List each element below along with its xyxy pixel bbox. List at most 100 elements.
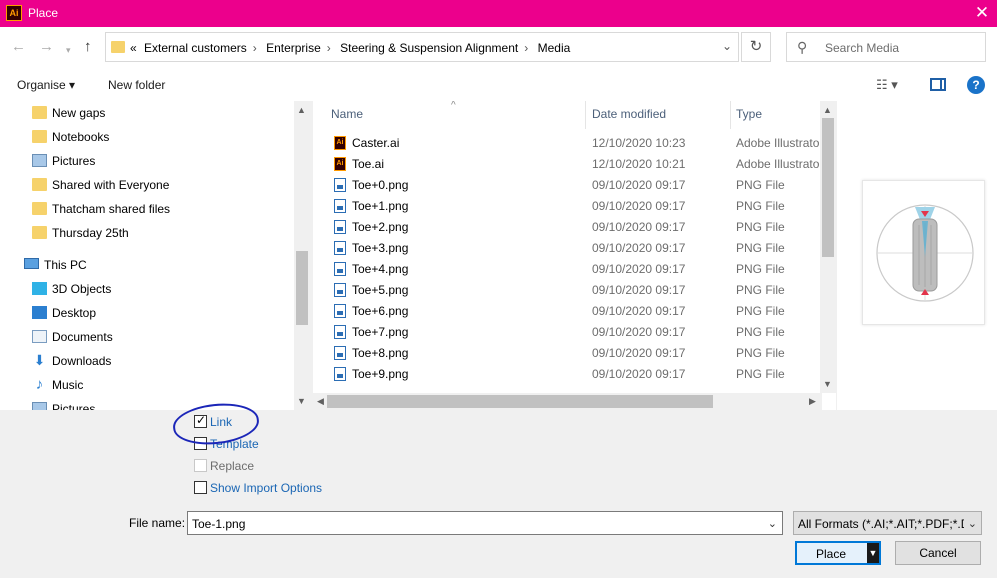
place-dropdown-arrow-icon[interactable]: ▼ [867,543,879,563]
table-row[interactable]: Toe+4.png 09/10/2020 09:17 PNG File [313,258,822,279]
nav-item-label: Pictures [52,154,96,168]
nav-item-label: Shared with Everyone [52,178,170,192]
close-button[interactable]: ✕ [967,0,997,27]
place-button-label[interactable]: Place [797,547,865,561]
file-type-cell: PNG File [736,367,785,381]
table-row[interactable]: Toe+7.png 09/10/2020 09:17 PNG File [313,321,822,342]
scroll-down-arrow-icon[interactable]: ▼ [820,379,835,389]
downloads-icon: ⬇ [33,352,46,368]
breadcrumb-separator[interactable]: › [524,41,528,55]
place-button[interactable]: Place ▼ [795,541,881,565]
png-file-icon [334,325,346,339]
scroll-down-arrow-icon[interactable]: ▼ [294,396,309,406]
recent-locations-chevron-icon[interactable]: ▾ [66,42,71,58]
illustrator-file-icon: Ai [334,136,346,150]
file-name-dropdown-chevron-icon[interactable]: ⌄ [768,517,777,530]
file-list-scroll-thumb[interactable] [822,118,834,257]
table-row[interactable]: Toe+3.png 09/10/2020 09:17 PNG File [313,237,822,258]
file-type-cell: PNG File [736,241,785,255]
file-list-horizontal-scrollbar[interactable]: ◀ ▶ [313,393,822,410]
date-modified-cell: 09/10/2020 09:17 [592,367,686,381]
file-name-cell: Toe+5.png [352,283,409,297]
address-dropdown-chevron-icon[interactable]: ⌄ [722,39,732,53]
date-modified-cell: 09/10/2020 09:17 [592,346,686,360]
column-header-date-modified[interactable]: Date modified [592,107,666,121]
forward-arrow-icon[interactable]: → [39,39,54,55]
breadcrumb-item[interactable]: Media [538,41,571,55]
horizontal-scroll-thumb[interactable] [327,395,713,408]
table-row[interactable]: Toe+5.png 09/10/2020 09:17 PNG File [313,279,822,300]
file-type-cell: PNG File [736,304,785,318]
folder-icon [32,226,47,239]
table-row[interactable]: Toe+0.png 09/10/2020 09:17 PNG File [313,174,822,195]
file-name-field[interactable]: Toe-1.png ⌄ [187,511,783,535]
png-file-icon [334,304,346,318]
title-bar: Ai Place ✕ [0,0,997,27]
file-name-cell: Toe+3.png [352,241,409,255]
preview-pane-icon[interactable] [930,78,946,91]
breadcrumb-separator[interactable]: › [327,41,331,55]
sort-ascending-icon: ^ [451,101,456,111]
breadcrumb-separator[interactable]: › [253,41,257,55]
table-row[interactable]: Ai Toe.ai 12/10/2020 10:21 Adobe Illustrato… [313,153,822,174]
show-import-options-checkbox-box[interactable] [194,481,207,494]
change-view-icon[interactable]: ☷ ▾ [876,77,898,93]
3d-objects-icon [32,282,47,295]
filter-dropdown-chevron-icon[interactable]: ⌄ [968,517,977,530]
refresh-button[interactable]: ↻ [741,32,771,62]
nav-pane-scrollbar[interactable]: ▲ ▼ [294,101,310,410]
date-modified-cell: 09/10/2020 09:17 [592,304,686,318]
back-arrow-icon[interactable]: ← [11,39,26,55]
png-file-icon [334,346,346,360]
file-type-filter-select[interactable]: All Formats (*.AI;*.AIT;*.PDF;*.D ⌄ [793,511,982,535]
table-row[interactable]: Toe+9.png 09/10/2020 09:17 PNG File [313,363,822,384]
file-type-cell: PNG File [736,283,785,297]
png-file-icon [334,283,346,297]
column-header-type[interactable]: Type [736,107,762,121]
file-name-cell: Toe+4.png [352,262,409,276]
breadcrumb: « External customers › Enterprise › Steeri… [130,41,574,55]
nav-pane-scroll-thumb[interactable] [296,251,308,325]
table-row[interactable]: Toe+2.png 09/10/2020 09:17 PNG File [313,216,822,237]
file-name-cell: Toe+0.png [352,178,409,192]
file-name-cell: Caster.ai [352,136,400,150]
search-input[interactable]: Search Media [825,41,899,55]
date-modified-cell: 09/10/2020 09:17 [592,199,686,213]
breadcrumb-overflow[interactable]: « [130,41,137,55]
file-list-scrollbar[interactable]: ▲ ▼ [820,101,836,393]
nav-item-label: 3D Objects [52,282,112,296]
file-type-cell: Adobe Illustrator [736,157,822,171]
date-modified-cell: 09/10/2020 09:17 [592,325,686,339]
breadcrumb-item[interactable]: Steering & Suspension Alignment [340,41,518,55]
table-row[interactable]: Toe+8.png 09/10/2020 09:17 PNG File [313,342,822,363]
breadcrumb-item[interactable]: Enterprise [266,41,321,55]
scroll-up-arrow-icon[interactable]: ▲ [820,105,835,115]
png-file-icon [334,199,346,213]
desktop-icon [32,306,47,319]
breadcrumb-item[interactable]: External customers [144,41,247,55]
file-list: ^ Name Date modified Type Ai Caster.ai 12/… [313,101,836,410]
date-modified-cell: 09/10/2020 09:17 [592,262,686,276]
organise-menu-button[interactable]: Organise ▾ [17,78,75,92]
search-box[interactable]: ⚲ Search Media [786,32,986,62]
cancel-button[interactable]: Cancel [895,541,981,565]
date-modified-cell: 09/10/2020 09:17 [592,178,686,192]
table-row[interactable]: Ai Caster.ai 12/10/2020 10:23 Adobe Illustr… [313,132,822,153]
new-folder-button[interactable]: New folder [108,78,165,92]
nav-item-label: This PC [44,258,87,272]
scroll-right-arrow-icon[interactable]: ▶ [805,396,820,407]
scroll-up-arrow-icon[interactable]: ▲ [294,105,309,115]
wheel-toe-diagram-icon [876,204,974,302]
file-type-cell: Adobe Illustrator [736,136,822,150]
png-file-icon [334,262,346,276]
help-icon[interactable]: ? [967,76,985,94]
show-import-options-label[interactable]: Show Import Options [210,481,322,495]
column-header-name[interactable]: Name [331,107,363,121]
table-row[interactable]: Toe+6.png 09/10/2020 09:17 PNG File [313,300,822,321]
table-row[interactable]: Toe+1.png 09/10/2020 09:17 PNG File [313,195,822,216]
file-type-filter-value[interactable]: All Formats (*.AI;*.AIT;*.PDF;*.D [798,517,964,531]
scroll-left-arrow-icon[interactable]: ◀ [313,396,328,407]
up-arrow-icon[interactable]: ↑ [84,39,92,55]
file-name-value[interactable]: Toe-1.png [192,517,245,531]
address-bar[interactable]: « External customers › Enterprise › Steeri… [105,32,739,62]
